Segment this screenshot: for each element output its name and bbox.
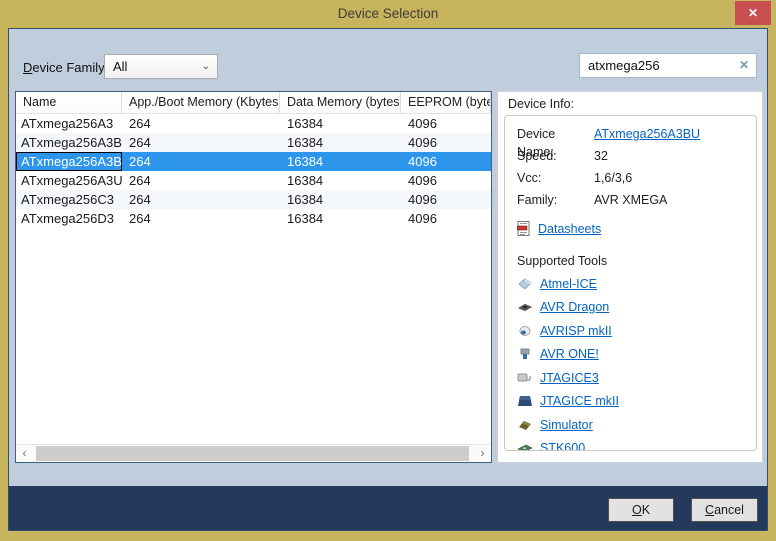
scroll-left-icon[interactable]: ‹ bbox=[16, 445, 33, 462]
scroll-right-icon[interactable]: › bbox=[474, 445, 491, 462]
avr-dragon-icon bbox=[517, 301, 533, 313]
scrollbar-thumb[interactable] bbox=[36, 446, 469, 461]
tool-link[interactable]: AVR Dragon bbox=[540, 300, 609, 314]
cell-name: ATxmega256A3B bbox=[16, 133, 122, 152]
vcc-label: Vcc: bbox=[517, 169, 594, 191]
cell-name: ATxmega256C3 bbox=[16, 190, 122, 209]
speed-label: Speed: bbox=[517, 147, 594, 169]
horizontal-scrollbar[interactable]: ‹ › bbox=[16, 444, 491, 462]
tool-item: JTAGICE mkII bbox=[517, 393, 744, 410]
window-title: Device Selection bbox=[0, 0, 776, 28]
title-bar: Device Selection ✕ bbox=[0, 0, 776, 28]
close-button[interactable]: ✕ bbox=[735, 1, 771, 25]
tool-item: AVR ONE! bbox=[517, 346, 744, 363]
table-row[interactable]: ATxmega256A3U 264 16384 4096 bbox=[16, 171, 491, 190]
avrisp-mkii-icon bbox=[517, 325, 533, 337]
cell-name: ATxmega256A3U bbox=[16, 171, 122, 190]
supported-tools-list: Atmel-ICE AVR Dragon AVRISP mkII bbox=[517, 275, 744, 451]
tool-item: AVR Dragon bbox=[517, 299, 744, 316]
table-header: Name App./Boot Memory (Kbytes) Data Memo… bbox=[16, 92, 491, 114]
device-family-select[interactable]: All ⌄ bbox=[104, 54, 218, 79]
cell-eeprom: 4096 bbox=[401, 152, 491, 171]
stk600-icon bbox=[517, 442, 533, 451]
jtagice3-icon bbox=[517, 372, 533, 384]
cell-app-boot: 264 bbox=[122, 114, 280, 133]
cell-eeprom: 4096 bbox=[401, 114, 491, 133]
tool-link[interactable]: JTAGICE3 bbox=[540, 371, 599, 385]
tool-link[interactable]: JTAGICE mkII bbox=[540, 394, 619, 408]
cell-data-memory: 16384 bbox=[280, 152, 401, 171]
cell-eeprom: 4096 bbox=[401, 171, 491, 190]
vcc-value: 1,6/3,6 bbox=[594, 169, 632, 191]
device-search: ✕ bbox=[579, 53, 757, 78]
footer-bar: OK Cancel bbox=[9, 486, 767, 530]
jtagice-mkii-icon bbox=[517, 395, 533, 407]
tool-link[interactable]: Atmel-ICE bbox=[540, 277, 597, 291]
device-name-row: Device Name: ATxmega256A3BU bbox=[517, 125, 744, 147]
close-icon: ✕ bbox=[748, 6, 758, 20]
column-header-eeprom[interactable]: EEPROM (bytes) bbox=[401, 92, 491, 113]
family-value: AVR XMEGA bbox=[594, 191, 667, 213]
cell-data-memory: 16384 bbox=[280, 190, 401, 209]
device-name-link[interactable]: ATxmega256A3BU bbox=[594, 125, 700, 147]
tool-link[interactable]: AVRISP mkII bbox=[540, 324, 612, 338]
speed-row: Speed: 32 bbox=[517, 147, 744, 169]
device-info-panel: Device Info: Device Name: ATxmega256A3BU… bbox=[497, 91, 763, 463]
avr-one-icon bbox=[517, 348, 533, 360]
cell-name: ATxmega256D3 bbox=[16, 209, 122, 228]
pdf-icon bbox=[517, 221, 531, 237]
cell-name: ATxmega256A3BU bbox=[16, 152, 122, 171]
cell-app-boot: 264 bbox=[122, 133, 280, 152]
cell-data-memory: 16384 bbox=[280, 133, 401, 152]
dialog-content: Device Family: All ⌄ ✕ Name App./Boot Me… bbox=[8, 28, 768, 531]
device-family-value: All bbox=[113, 59, 127, 74]
column-header-data-memory[interactable]: Data Memory (bytes) bbox=[280, 92, 401, 113]
cell-data-memory: 16384 bbox=[280, 209, 401, 228]
table-row-selected[interactable]: ATxmega256A3BU 264 16384 4096 bbox=[16, 152, 491, 171]
simulator-icon bbox=[517, 419, 533, 431]
device-name-label: Device Name: bbox=[517, 125, 594, 147]
column-header-name[interactable]: Name bbox=[16, 92, 122, 113]
family-label: Family: bbox=[517, 191, 594, 213]
cell-name: ATxmega256A3 bbox=[16, 114, 122, 133]
cell-eeprom: 4096 bbox=[401, 209, 491, 228]
column-header-app-boot-memory[interactable]: App./Boot Memory (Kbytes) bbox=[122, 92, 280, 113]
tool-item: STK600 bbox=[517, 440, 744, 452]
tool-item: JTAGICE3 bbox=[517, 369, 744, 386]
cell-eeprom: 4096 bbox=[401, 190, 491, 209]
cell-eeprom: 4096 bbox=[401, 133, 491, 152]
cell-data-memory: 16384 bbox=[280, 114, 401, 133]
atmel-ice-icon bbox=[517, 278, 533, 290]
device-info-box: Device Name: ATxmega256A3BU Speed: 32 Vc… bbox=[504, 115, 757, 451]
device-family-label: Device Family: bbox=[23, 60, 108, 75]
datasheets-row: Datasheets bbox=[517, 220, 744, 238]
cell-data-memory: 16384 bbox=[280, 171, 401, 190]
table-row[interactable]: ATxmega256C3 264 16384 4096 bbox=[16, 190, 491, 209]
tool-item: AVRISP mkII bbox=[517, 322, 744, 339]
device-info-title: Device Info: bbox=[508, 97, 574, 111]
clear-search-icon[interactable]: ✕ bbox=[739, 54, 749, 77]
tool-link[interactable]: AVR ONE! bbox=[540, 347, 599, 361]
search-input[interactable] bbox=[580, 54, 730, 77]
tool-item: Atmel-ICE bbox=[517, 275, 744, 292]
tool-link[interactable]: STK600 bbox=[540, 441, 585, 451]
cell-app-boot: 264 bbox=[122, 152, 280, 171]
table-row[interactable]: ATxmega256A3B 264 16384 4096 bbox=[16, 133, 491, 152]
tool-link[interactable]: Simulator bbox=[540, 418, 593, 432]
vcc-row: Vcc: 1,6/3,6 bbox=[517, 169, 744, 191]
datasheets-link[interactable]: Datasheets bbox=[538, 222, 601, 236]
cell-app-boot: 264 bbox=[122, 190, 280, 209]
family-row: Family: AVR XMEGA bbox=[517, 191, 744, 213]
speed-value: 32 bbox=[594, 147, 608, 169]
cell-app-boot: 264 bbox=[122, 171, 280, 190]
device-table: Name App./Boot Memory (Kbytes) Data Memo… bbox=[15, 91, 492, 463]
supported-tools-title: Supported Tools bbox=[517, 254, 744, 268]
chevron-down-icon: ⌄ bbox=[202, 55, 210, 78]
tool-item: Simulator bbox=[517, 416, 744, 433]
table-row[interactable]: ATxmega256D3 264 16384 4096 bbox=[16, 209, 491, 228]
ok-button[interactable]: OK bbox=[608, 498, 674, 522]
cell-app-boot: 264 bbox=[122, 209, 280, 228]
cancel-button[interactable]: Cancel bbox=[691, 498, 758, 522]
table-row[interactable]: ATxmega256A3 264 16384 4096 bbox=[16, 114, 491, 133]
